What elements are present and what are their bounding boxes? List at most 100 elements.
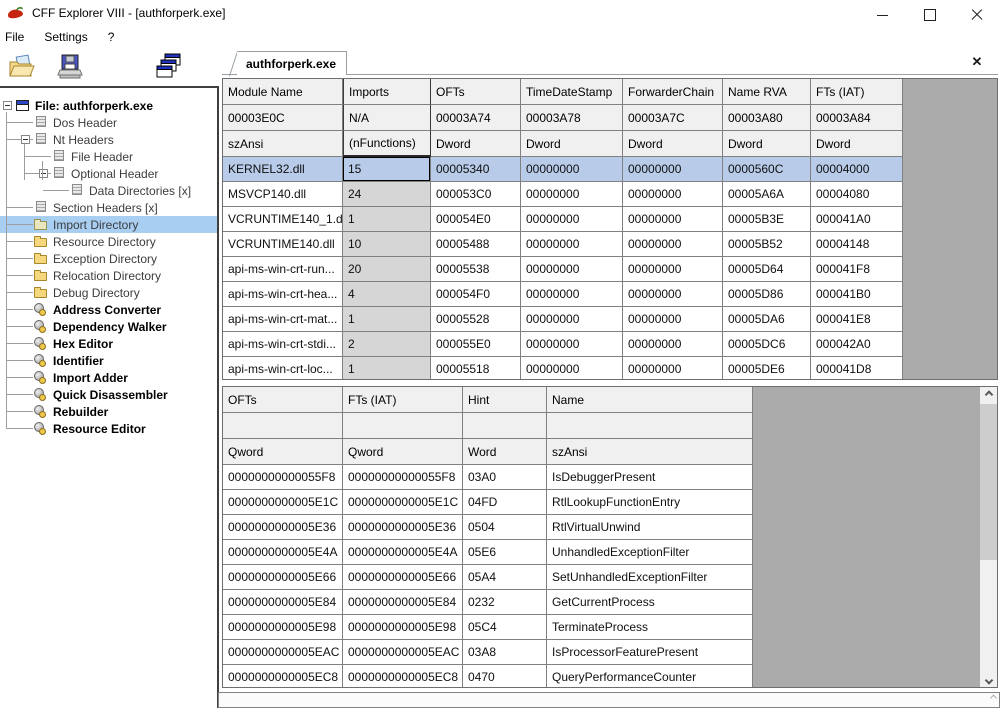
cell-hint[interactable]: 05A4 <box>463 565 547 590</box>
cell-fts-iat[interactable]: 000041A0 <box>811 207 903 232</box>
save-file-button[interactable] <box>52 49 88 85</box>
cell-name[interactable]: RtlLookupFunctionEntry <box>547 490 753 515</box>
cell-hint[interactable]: 0504 <box>463 515 547 540</box>
cell-fts-iat[interactable]: 000041B0 <box>811 282 903 307</box>
cell-module-name[interactable]: VCRUNTIME140.dll <box>223 232 343 257</box>
cell-imports[interactable]: 24 <box>343 182 431 207</box>
tree-expander[interactable] <box>2 97 16 114</box>
tree-item-optional-header[interactable]: Optional Header <box>0 165 217 182</box>
tree-item-section-headers-x[interactable]: Section Headers [x] <box>0 199 217 216</box>
cell-forwarderchain[interactable]: 00000000 <box>623 182 723 207</box>
cell-timedatestamp[interactable]: 00000000 <box>521 182 623 207</box>
cell-timedatestamp[interactable]: 00000000 <box>521 282 623 307</box>
cell-fts-iat[interactable]: 0000000000005E1C <box>343 490 463 515</box>
collapse-minus-icon[interactable] <box>21 135 30 144</box>
tree-item-resource-directory[interactable]: Resource Directory <box>0 233 217 250</box>
tree-item-import-adder[interactable]: Import Adder <box>0 369 217 386</box>
cell-ofts[interactable]: 0000000000005E66 <box>223 565 343 590</box>
cell-module-name[interactable]: MSVCP140.dll <box>223 182 343 207</box>
scrollbar-thumb[interactable] <box>980 404 997 560</box>
tree-expander[interactable] <box>20 131 34 148</box>
cell-ofts[interactable]: 0000000000005E4A <box>223 540 343 565</box>
cell-fts-iat[interactable]: 000041D8 <box>811 357 903 380</box>
tab-authforperk[interactable]: authforperk.exe <box>237 51 347 75</box>
menu-settings[interactable]: Settings <box>34 26 97 48</box>
tree-item-address-converter[interactable]: Address Converter <box>0 301 217 318</box>
cell-ofts[interactable]: 00005340 <box>431 157 521 182</box>
cell-ofts[interactable]: 00000000000055F8 <box>223 465 343 490</box>
cell-ofts[interactable]: 0000000000005E98 <box>223 615 343 640</box>
cell-timedatestamp[interactable]: 00000000 <box>521 207 623 232</box>
tree-item-import-directory[interactable]: Import Directory <box>0 216 217 233</box>
cell-name[interactable]: QueryPerformanceCounter <box>547 665 753 688</box>
tree-item-dependency-walker[interactable]: Dependency Walker <box>0 318 217 335</box>
tree-item-data-directories-x[interactable]: Data Directories [x] <box>0 182 217 199</box>
cell-ofts[interactable]: 00005528 <box>431 307 521 332</box>
cell-hint[interactable]: 0232 <box>463 590 547 615</box>
cell-name[interactable]: GetCurrentProcess <box>547 590 753 615</box>
cell-forwarderchain[interactable]: 00000000 <box>623 332 723 357</box>
cell-ofts[interactable]: 00005538 <box>431 257 521 282</box>
cell-ofts[interactable]: 000054E0 <box>431 207 521 232</box>
collapse-minus-icon[interactable] <box>3 101 12 110</box>
cell-imports[interactable]: 1 <box>343 307 431 332</box>
cell-hint[interactable]: 04FD <box>463 490 547 515</box>
cell-hint[interactable]: 05E6 <box>463 540 547 565</box>
cell-fts-iat[interactable]: 0000000000005E98 <box>343 615 463 640</box>
cell-name-rva[interactable]: 00005B3E <box>723 207 811 232</box>
cell-timedatestamp[interactable]: 00000000 <box>521 332 623 357</box>
cell-name[interactable]: RtlVirtualUnwind <box>547 515 753 540</box>
cell-module-name[interactable]: api-ms-win-crt-run... <box>223 257 343 282</box>
cell-forwarderchain[interactable]: 00000000 <box>623 207 723 232</box>
cell-fts-iat[interactable]: 0000000000005E66 <box>343 565 463 590</box>
cell-ofts[interactable]: 0000000000005E36 <box>223 515 343 540</box>
tree-item-hex-editor[interactable]: Hex Editor <box>0 335 217 352</box>
functions-scrollbar[interactable] <box>980 387 997 687</box>
cell-forwarderchain[interactable]: 00000000 <box>623 357 723 380</box>
cell-fts-iat[interactable]: 000041F8 <box>811 257 903 282</box>
tree-item-dos-header[interactable]: Dos Header <box>0 114 217 131</box>
cell-hint[interactable]: 0470 <box>463 665 547 688</box>
cell-name[interactable]: SetUnhandledExceptionFilter <box>547 565 753 590</box>
tree-expander[interactable] <box>38 165 52 182</box>
cell-forwarderchain[interactable]: 00000000 <box>623 257 723 282</box>
cell-fts-iat[interactable]: 00004080 <box>811 182 903 207</box>
cell-name-rva[interactable]: 0000560C <box>723 157 811 182</box>
cell-fts-iat[interactable]: 00000000000055F8 <box>343 465 463 490</box>
cell-name-rva[interactable]: 00005A6A <box>723 182 811 207</box>
cell-forwarderchain[interactable]: 00000000 <box>623 232 723 257</box>
cell-module-name[interactable]: api-ms-win-crt-loc... <box>223 357 343 380</box>
cell-ofts[interactable]: 00005518 <box>431 357 521 380</box>
cell-forwarderchain[interactable]: 00000000 <box>623 307 723 332</box>
cell-ofts[interactable]: 000054F0 <box>431 282 521 307</box>
cell-ofts[interactable]: 00005488 <box>431 232 521 257</box>
cell-fts-iat[interactable]: 0000000000005EAC <box>343 640 463 665</box>
cell-name[interactable]: UnhandledExceptionFilter <box>547 540 753 565</box>
cell-imports[interactable]: 1 <box>343 207 431 232</box>
tree-item-nt-headers[interactable]: Nt Headers <box>0 131 217 148</box>
scroll-up-button-small[interactable] <box>991 697 996 702</box>
cell-imports[interactable]: 15 <box>343 157 431 182</box>
cell-module-name[interactable]: VCRUNTIME140_1.dll <box>223 207 343 232</box>
cell-name-rva[interactable]: 00005DC6 <box>723 332 811 357</box>
cell-forwarderchain[interactable]: 00000000 <box>623 157 723 182</box>
cell-imports[interactable]: 1 <box>343 357 431 380</box>
menu-help[interactable]: ? <box>98 26 125 48</box>
cell-ofts[interactable]: 000053C0 <box>431 182 521 207</box>
cell-name[interactable]: IsProcessorFeaturePresent <box>547 640 753 665</box>
tree-item-file-authforperk-exe[interactable]: File: authforperk.exe <box>0 97 217 114</box>
collapse-minus-icon[interactable] <box>39 169 48 178</box>
tree-item-debug-directory[interactable]: Debug Directory <box>0 284 217 301</box>
cell-forwarderchain[interactable]: 00000000 <box>623 282 723 307</box>
cell-timedatestamp[interactable]: 00000000 <box>521 232 623 257</box>
cell-fts-iat[interactable]: 0000000000005E36 <box>343 515 463 540</box>
cell-imports[interactable]: 4 <box>343 282 431 307</box>
tree-item-quick-disassembler[interactable]: Quick Disassembler <box>0 386 217 403</box>
cell-timedatestamp[interactable]: 00000000 <box>521 357 623 380</box>
cell-ofts[interactable]: 0000000000005EC8 <box>223 665 343 688</box>
cell-module-name[interactable]: api-ms-win-crt-stdi... <box>223 332 343 357</box>
scroll-down-button[interactable] <box>980 670 997 687</box>
cell-fts-iat[interactable]: 000042A0 <box>811 332 903 357</box>
cell-name[interactable]: TerminateProcess <box>547 615 753 640</box>
cell-module-name[interactable]: api-ms-win-crt-mat... <box>223 307 343 332</box>
